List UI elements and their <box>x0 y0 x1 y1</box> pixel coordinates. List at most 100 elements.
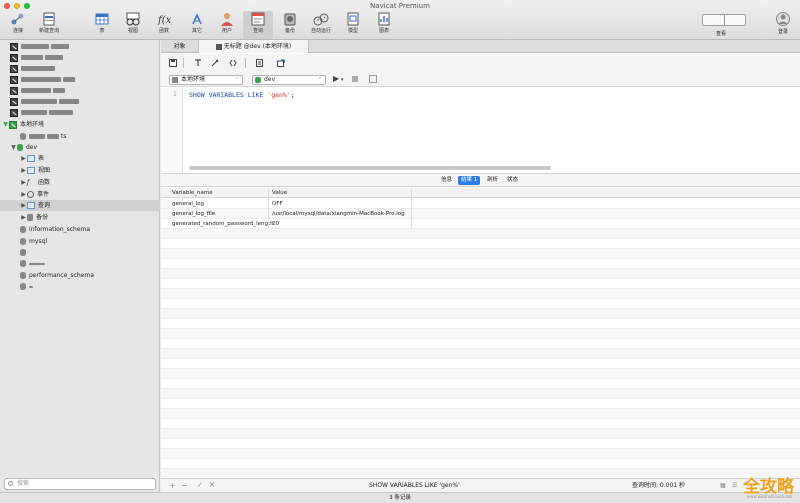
text-icon[interactable] <box>256 59 264 67</box>
save-icon[interactable] <box>169 59 177 67</box>
database-item[interactable] <box>0 281 160 292</box>
toolbar-other-button[interactable]: 其它 <box>182 11 212 39</box>
connection-item[interactable] <box>0 74 160 85</box>
tab-result-1[interactable]: 结果 1 <box>458 176 481 185</box>
connection-icon <box>10 42 18 51</box>
view-grid-button[interactable]: ▦ <box>720 479 726 492</box>
other-icon <box>189 12 205 26</box>
apply-button[interactable]: ✓ <box>197 479 203 492</box>
connection-item[interactable] <box>0 96 160 107</box>
delete-row-button[interactable]: − <box>181 479 188 492</box>
expand-arrow-icon[interactable]: ▶ <box>20 165 27 176</box>
column-header-value[interactable]: Value <box>272 188 287 198</box>
database-item[interactable]: mysql <box>0 236 160 247</box>
toolbar-model-button[interactable]: 模型 <box>338 11 368 39</box>
function-icon: f(x) <box>156 12 175 26</box>
database-dev-item[interactable]: ▼ dev <box>0 142 160 153</box>
grid-footer: + − ✓ ✕ SHOW VARIABLES LIKE 'gen%' 查询时间:… <box>161 478 800 492</box>
toolbar-connection-button[interactable]: 连接 <box>3 11 33 39</box>
toolbar-backup-button[interactable]: 备份 <box>275 11 305 39</box>
expand-arrow-icon[interactable]: ▶ <box>20 153 27 164</box>
database-item[interactable] <box>0 258 160 269</box>
signin-button[interactable]: 登录 <box>772 12 794 35</box>
toolbar-automation-button[interactable]: 自动运行 <box>306 11 336 39</box>
connection-icon <box>172 77 178 83</box>
executed-query-text: SHOW VARIABLES LIKE 'gen%' <box>369 482 460 489</box>
tab-profile[interactable]: 剖析 <box>484 176 501 185</box>
connection-icon <box>10 97 18 106</box>
connection-icon <box>9 120 17 129</box>
toolbar-user-button[interactable]: 用户 <box>212 11 242 39</box>
chart-icon <box>376 12 392 26</box>
expand-arrow-icon[interactable]: ▶ <box>20 177 27 188</box>
table-row[interactable]: general_log_file /usr/local/mysql/data/x… <box>161 209 800 219</box>
view-form-button[interactable]: ☰ <box>732 479 737 492</box>
sidebar-toggle-icon[interactable] <box>703 15 725 25</box>
connection-icon <box>10 12 26 26</box>
detail-toggle-icon[interactable] <box>725 15 746 25</box>
column-header-variable-name[interactable]: Variable_name <box>172 188 213 198</box>
export-icon[interactable] <box>277 59 285 67</box>
beautify-icon[interactable] <box>211 59 219 67</box>
view-toggle[interactable] <box>702 14 746 26</box>
database-icon <box>17 144 23 151</box>
run-icon[interactable]: ▶ <box>333 74 339 83</box>
database-item[interactable]: performance_schema <box>0 270 160 281</box>
connection-item[interactable] <box>0 41 160 52</box>
expand-arrow-icon[interactable]: ▶ <box>20 200 27 211</box>
expand-arrow-icon[interactable]: ▼ <box>2 119 9 130</box>
local-connection-item[interactable]: ▼ 本地环境 <box>0 119 160 130</box>
expand-arrow-icon[interactable]: ▶ <box>20 189 27 200</box>
query-selectors: 本地环境 ⌃ dev ⌃ ▶ ▾ <box>161 72 800 87</box>
tab-info[interactable]: 信息 <box>438 176 455 185</box>
sidebar-item-queries[interactable]: ▶ 查询 <box>0 200 160 211</box>
sidebar-item-functions[interactable]: ▶ƒ 函数 <box>0 177 160 188</box>
sidebar-item-backups[interactable]: ▶ 备份 <box>0 212 160 223</box>
stop-icon[interactable] <box>352 76 358 82</box>
table-row[interactable]: general_log OFF <box>161 199 800 209</box>
explain-icon[interactable] <box>369 75 377 83</box>
search-icon <box>8 481 13 486</box>
query-builder-icon[interactable] <box>194 59 202 67</box>
connection-item[interactable] <box>0 52 160 63</box>
run-dropdown-icon[interactable]: ▾ <box>341 77 344 83</box>
tab-status[interactable]: 状态 <box>504 176 521 185</box>
tab-objects[interactable]: 对象 <box>161 40 199 53</box>
table-icon <box>94 12 110 26</box>
connection-item[interactable] <box>0 107 160 118</box>
new-query-icon <box>41 12 57 26</box>
sidebar-item-tables[interactable]: ▶ 表 <box>0 153 160 164</box>
toolbar-chart-button[interactable]: 图表 <box>369 11 399 39</box>
connection-select[interactable]: 本地环境 ⌃ <box>169 75 243 85</box>
tab-query[interactable]: 无标题 @dev (本地环境) <box>199 40 309 53</box>
account-icon <box>776 12 790 26</box>
model-icon <box>345 12 361 26</box>
code-snippet-icon[interactable] <box>229 59 237 67</box>
result-tabs: 信息 结果 1 剖析 状态 <box>161 173 800 187</box>
editor-horizontal-scrollbar[interactable] <box>189 166 551 170</box>
sql-code-line[interactable]: SHOW VARIABLES LIKE 'gen%'; <box>189 91 295 99</box>
view-label: 查看 <box>716 31 727 37</box>
database-select[interactable]: dev ⌃ <box>252 75 326 85</box>
toolbar-query-button[interactable]: 查询 <box>243 11 273 39</box>
discard-button[interactable]: ✕ <box>209 479 215 492</box>
expand-arrow-icon[interactable]: ▶ <box>20 212 27 223</box>
expand-arrow-icon[interactable]: ▼ <box>10 142 17 153</box>
connection-item[interactable] <box>0 85 160 96</box>
database-item[interactable]: information_schema <box>0 224 160 235</box>
database-icon <box>20 272 26 279</box>
toolbar-table-button[interactable]: 表 <box>87 11 117 39</box>
database-item[interactable] <box>0 247 160 258</box>
toolbar-function-button[interactable]: f(x) 函数 <box>149 11 179 39</box>
add-row-button[interactable]: + <box>169 479 176 492</box>
sidebar-item-events[interactable]: ▶ 事件 <box>0 189 160 200</box>
toolbar-new-query-button[interactable]: 新建查询 <box>34 11 64 39</box>
toolbar-view-button[interactable]: 视图 <box>118 11 148 39</box>
table-row[interactable]: generated_random_password_length 20 <box>161 219 800 229</box>
database-item[interactable]: ts <box>0 131 160 142</box>
query-icon <box>27 202 35 209</box>
sidebar-item-views[interactable]: ▶ 视图 <box>0 165 160 176</box>
database-icon <box>255 77 261 83</box>
sidebar-search-input[interactable]: 搜索 <box>4 478 156 490</box>
connection-item[interactable] <box>0 63 160 74</box>
